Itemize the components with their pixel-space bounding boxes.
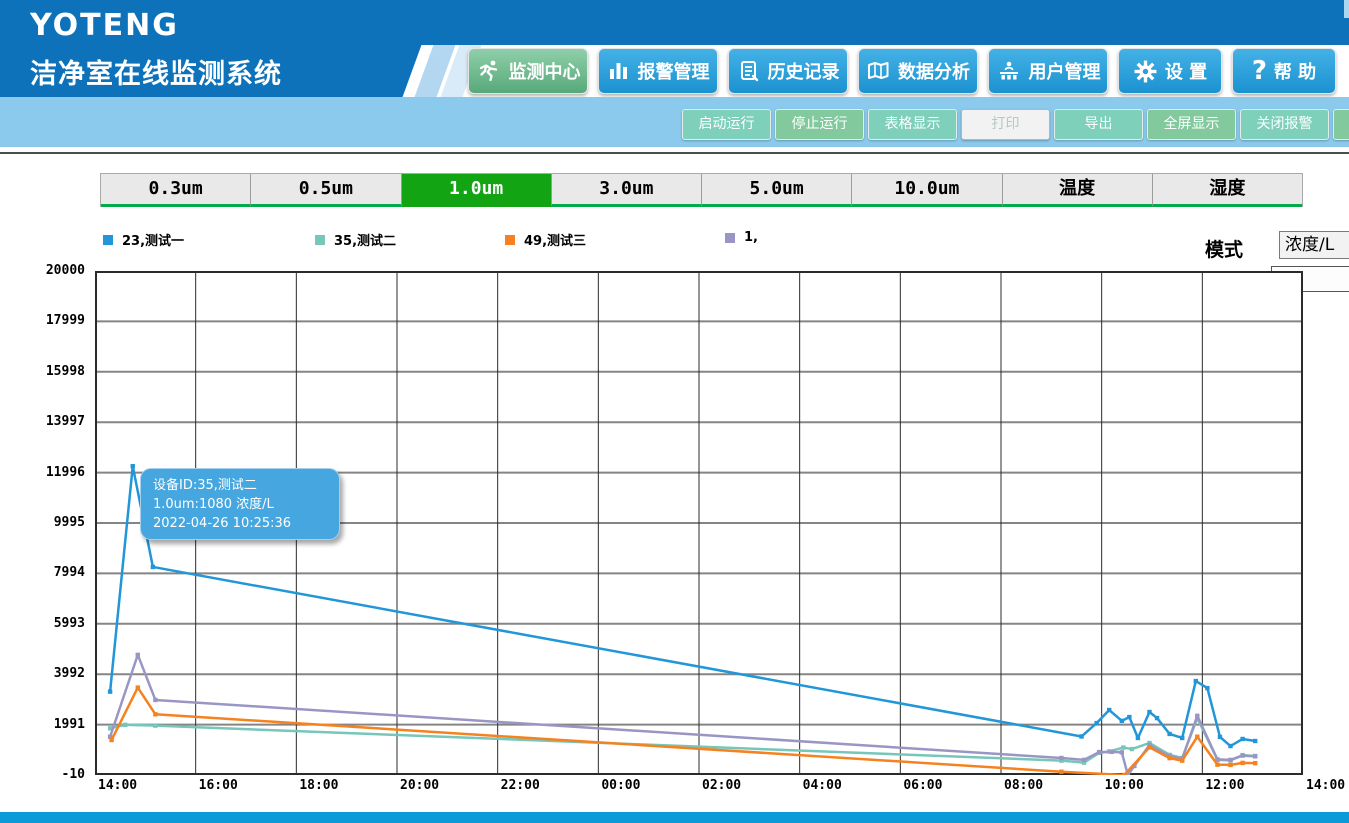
legend-swatch-orange [505, 235, 515, 245]
tab-3.0um[interactable]: 3.0um [552, 174, 702, 207]
x-tick-label: 04:00 [803, 778, 842, 793]
nav-label: 历史记录 [768, 58, 840, 84]
legend-label: 23,测试一 [122, 230, 184, 249]
gear-icon [1133, 59, 1158, 84]
y-tick-label: 15998 [46, 364, 85, 379]
x-tick-label: 22:00 [501, 778, 540, 793]
legend-item: 23,测试一 [103, 230, 184, 249]
tooltip-device: 设备ID:35,测试二 [153, 476, 327, 495]
x-tick-label: 08:00 [1004, 778, 1043, 793]
y-tick-label: 20000 [46, 263, 85, 278]
nav-history-button[interactable]: 历史记录 [728, 48, 848, 94]
user-group-icon [996, 59, 1022, 83]
x-tick-label: 14:00 [98, 778, 137, 793]
y-tick-label: 1991 [54, 717, 85, 732]
nav-data-analysis-button[interactable]: 数据分析 [858, 48, 978, 94]
tab-0.3um[interactable]: 0.3um [101, 174, 251, 207]
nav-label: 报警管理 [638, 58, 710, 84]
app-subtitle: 洁净室在线监测系统 [30, 52, 282, 91]
data-analysis-icon [866, 59, 891, 83]
y-tick-label: 5993 [54, 616, 85, 631]
question-icon: ? [1252, 59, 1267, 83]
legend-swatch-purple [725, 233, 735, 243]
nav-user-management-button[interactable]: 用户管理 [988, 48, 1108, 94]
x-tick-label: 00:00 [601, 778, 640, 793]
mode-select[interactable]: 浓度/L [1279, 231, 1349, 259]
bottom-status-bar [0, 812, 1349, 823]
nav-label: 用户管理 [1029, 58, 1101, 84]
x-tick-label: 10:00 [1105, 778, 1144, 793]
export-button[interactable]: 导出 [1054, 109, 1143, 140]
x-axis-labels: 14:00 16:00 18:00 20:00 22:00 00:00 02:00 04:00… [95, 778, 1349, 798]
tab-temperature[interactable]: 温度 [1003, 174, 1153, 207]
toolbar: 启动运行 停止运行 表格显示 打印 导出 全屏显示 关闭报警 [682, 109, 1349, 140]
bar-chart-icon [607, 59, 631, 83]
nav-monitor-center-button[interactable]: 监测中心 [468, 48, 588, 94]
x-tick-label: 18:00 [299, 778, 338, 793]
runner-icon [476, 59, 502, 83]
nav-help-button[interactable]: ? 帮 助 [1232, 48, 1336, 94]
app-window: YOTENG 洁净室在线监测系统 监测中心 报警管理 历史记录 数据分析 [0, 0, 1349, 823]
app-logo: YOTENG [30, 8, 179, 43]
x-tick-label: 16:00 [199, 778, 238, 793]
x-tick-label: 02:00 [702, 778, 741, 793]
y-tick-label: 13997 [46, 414, 85, 429]
nav-label: 帮 助 [1274, 58, 1316, 84]
tooltip-timestamp: 2022-04-26 10:25:36 [153, 514, 327, 533]
print-button[interactable]: 打印 [961, 109, 1050, 140]
divider-rule [0, 152, 1349, 154]
chart-legend: 23,测试一 35,测试二 49,测试三 1, [0, 230, 1349, 252]
nav-label: 监测中心 [509, 58, 581, 84]
legend-item: 49,测试三 [505, 230, 586, 249]
legend-label: 49,测试三 [524, 230, 586, 249]
data-point-tooltip: 设备ID:35,测试二 1.0um:1080 浓度/L 2022-04-26 1… [140, 468, 340, 540]
tooltip-value: 1.0um:1080 浓度/L [153, 495, 327, 514]
corner-sliver [1344, 0, 1349, 18]
nav-settings-button[interactable]: 设 置 [1118, 48, 1222, 94]
y-axis-labels: 2000017999159981399711996999579945993399… [14, 271, 90, 775]
y-tick-label: 11996 [46, 465, 85, 480]
legend-item: 1, [725, 230, 758, 245]
x-tick-label: 14:00 [1306, 778, 1345, 793]
y-tick-label: -10 [62, 767, 85, 782]
tab-0.5um[interactable]: 0.5um [251, 174, 401, 207]
tab-5.0um[interactable]: 5.0um [702, 174, 852, 207]
tab-1.0um[interactable]: 1.0um [402, 174, 552, 207]
start-run-button[interactable]: 启动运行 [682, 109, 771, 140]
legend-swatch-teal [315, 235, 325, 245]
partial-toolbar-button[interactable] [1333, 109, 1349, 140]
y-tick-label: 17999 [46, 313, 85, 328]
tab-10.0um[interactable]: 10.0um [852, 174, 1002, 207]
nav-label: 设 置 [1165, 58, 1207, 84]
legend-item: 35,测试二 [315, 230, 396, 249]
stop-run-button[interactable]: 停止运行 [775, 109, 864, 140]
nav-label: 数据分析 [898, 58, 970, 84]
y-tick-label: 7994 [54, 565, 85, 580]
legend-swatch-blue [103, 235, 113, 245]
x-tick-label: 06:00 [903, 778, 942, 793]
fullscreen-button[interactable]: 全屏显示 [1147, 109, 1236, 140]
mode-label: 模式 [1205, 235, 1243, 262]
x-tick-label: 20:00 [400, 778, 439, 793]
close-alarm-button[interactable]: 关闭报警 [1240, 109, 1329, 140]
main-nav: 监测中心 报警管理 历史记录 数据分析 用户管理 [468, 48, 1336, 94]
y-tick-label: 3992 [54, 666, 85, 681]
table-view-button[interactable]: 表格显示 [868, 109, 957, 140]
x-tick-label: 12:00 [1205, 778, 1244, 793]
y-tick-label: 9995 [54, 515, 85, 530]
history-doc-icon [737, 59, 761, 83]
legend-label: 1, [744, 230, 758, 245]
legend-label: 35,测试二 [334, 230, 396, 249]
nav-alarm-management-button[interactable]: 报警管理 [598, 48, 718, 94]
size-tabs: 0.3um 0.5um 1.0um 3.0um 5.0um 10.0um 温度 … [100, 173, 1303, 207]
tab-humidity[interactable]: 湿度 [1153, 174, 1302, 207]
